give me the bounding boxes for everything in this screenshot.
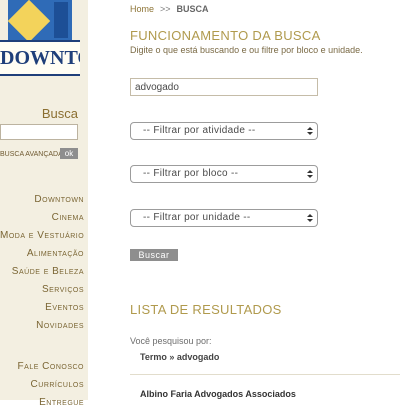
filter-block-select[interactable]: -- Filtrar por bloco -- xyxy=(130,165,318,183)
page-title: FUNCIONAMENTO DA BUSCA xyxy=(130,28,321,43)
search-description: Digite o que está buscando e ou filtre p… xyxy=(130,45,363,55)
sidebar-item-servicos[interactable]: Serviços xyxy=(0,284,86,302)
sidebar-item-cinema[interactable]: Cinema xyxy=(0,212,86,230)
filter-activity-label: -- Filtrar por atividade -- xyxy=(143,125,256,136)
sidebar: DOWNTOWN Busca BUSCA AVANÇADA ok Downtow… xyxy=(0,0,88,408)
search-button[interactable]: Buscar xyxy=(130,249,178,261)
ok-button[interactable]: ok xyxy=(60,148,78,159)
divider xyxy=(130,374,400,375)
filter-unit-label: -- Filtrar por unidade -- xyxy=(143,212,251,223)
result-item[interactable]: Albino Faria Advogados Associados xyxy=(140,389,296,399)
sidebar-item-downtown[interactable]: Downtown xyxy=(0,194,86,212)
sidebar-item-alimentacao[interactable]: Alimentação xyxy=(0,248,86,266)
search-label: Busca xyxy=(41,106,78,121)
logo-text: DOWNTOWN xyxy=(0,40,80,76)
select-arrows-icon xyxy=(307,170,313,178)
downtown-logo[interactable]: DOWNTOWN xyxy=(0,0,80,78)
sidebar-menu: Downtown Cinema Moda e Vestuário Aliment… xyxy=(0,194,86,338)
advanced-search-link[interactable]: BUSCA AVANÇADA xyxy=(0,151,63,158)
sidebar-item-fale-conosco[interactable]: Fale Conosco xyxy=(0,361,86,379)
sidebar-item-curriculos[interactable]: Currículos xyxy=(0,379,86,397)
select-arrows-icon xyxy=(307,127,313,135)
select-arrows-icon xyxy=(307,214,313,222)
sidebar-search-input[interactable] xyxy=(0,124,78,140)
logo-graphic xyxy=(8,0,72,40)
search-query-input[interactable] xyxy=(130,78,318,96)
breadcrumb-separator: >> xyxy=(160,4,171,14)
sidebar-menu-secondary: Fale Conosco Currículos Entregue xyxy=(0,361,86,415)
filter-block-label: -- Filtrar por bloco -- xyxy=(143,168,239,179)
filter-unit-select[interactable]: -- Filtrar por unidade -- xyxy=(130,209,318,227)
main-content: Home >> BUSCA FUNCIONAMENTO DA BUSCA Digit… xyxy=(130,0,400,400)
sidebar-item-novidades[interactable]: Novidades xyxy=(0,320,86,338)
breadcrumb-current: BUSCA xyxy=(176,4,209,14)
breadcrumb: Home >> BUSCA xyxy=(130,4,209,14)
search-term: Termo » advogado xyxy=(140,352,220,362)
sidebar-item-saude[interactable]: Saúde e Beleza xyxy=(0,266,86,284)
sidebar-item-eventos[interactable]: Eventos xyxy=(0,302,86,320)
filter-activity-select[interactable]: -- Filtrar por atividade -- xyxy=(130,122,318,140)
results-title: LISTA DE RESULTADOS xyxy=(130,302,282,317)
breadcrumb-home-link[interactable]: Home xyxy=(130,4,154,14)
sidebar-item-moda[interactable]: Moda e Vestuário xyxy=(0,230,86,248)
searched-label: Você pesquisou por: xyxy=(130,336,212,346)
